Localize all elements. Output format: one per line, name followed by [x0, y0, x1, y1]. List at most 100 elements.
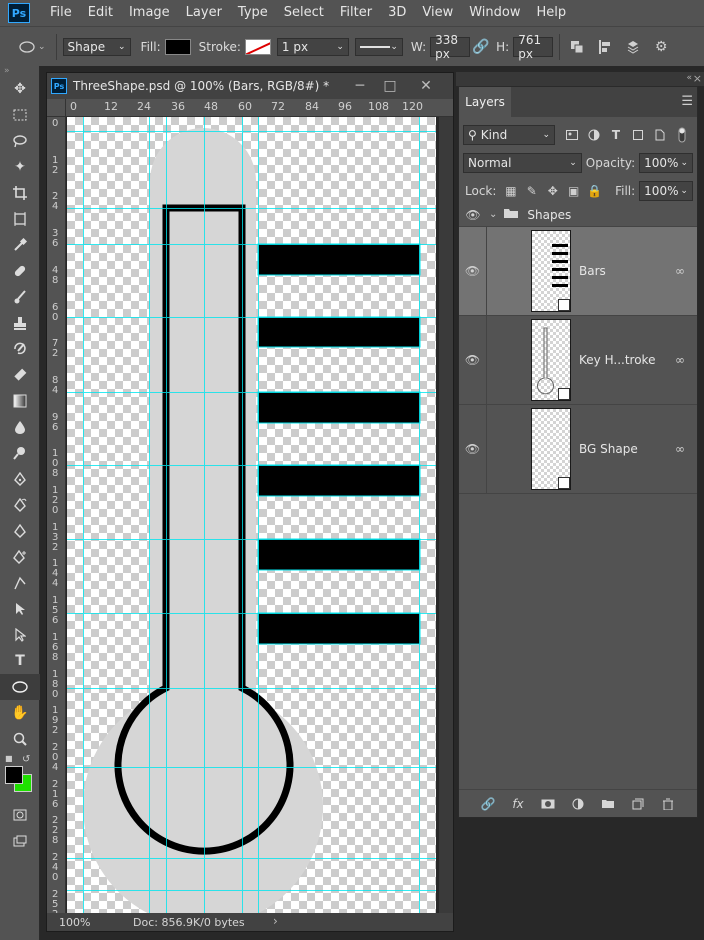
screen-mode-icon[interactable]	[0, 828, 40, 854]
menu-image[interactable]: Image	[121, 0, 178, 26]
lock-all-icon[interactable]: 🔒	[584, 184, 605, 198]
shape-filter-icon[interactable]	[627, 125, 649, 145]
layer-row-key-hole-stroke[interactable]: 👁 Key H...troke ∞	[459, 316, 697, 405]
layer-row-bars[interactable]: 👁 Bars ∞	[459, 227, 697, 316]
menu-help[interactable]: Help	[529, 0, 575, 26]
document-tab[interactable]: Ps ThreeShape.psd @ 100% (Bars, RGB/8#) …	[47, 73, 453, 99]
filter-toggle-icon[interactable]	[671, 125, 693, 145]
lock-position-icon[interactable]: ✥	[542, 184, 563, 198]
path-alignment-icon[interactable]	[594, 36, 616, 58]
kind-filter-select[interactable]: ⚲ Kind ⌄	[463, 125, 555, 145]
stroke-width-select[interactable]: 1 px ⌄	[276, 37, 349, 56]
freeform-pen-icon[interactable]	[0, 492, 40, 518]
visibility-eye-icon[interactable]: 👁	[459, 316, 487, 404]
add-anchor-icon[interactable]	[0, 544, 40, 570]
canvas[interactable]	[67, 117, 436, 913]
close-icon[interactable]: ✕	[415, 75, 437, 97]
layer-group-shapes[interactable]: 👁 ⌄ Shapes	[459, 203, 697, 227]
layer-name[interactable]: Key H...troke	[579, 353, 655, 367]
link-icon[interactable]: ∞	[675, 264, 685, 278]
visibility-eye-icon[interactable]: 👁	[459, 405, 487, 493]
blur-tool-icon[interactable]	[0, 414, 40, 440]
canvas-area[interactable]	[67, 117, 439, 913]
menu-select[interactable]: Select	[276, 0, 332, 26]
fill-input[interactable]: 100% ⌄	[639, 181, 693, 201]
panel-grip-icon[interactable]: »	[0, 66, 39, 76]
layer-row-bg-shape[interactable]: 👁 BG Shape ∞	[459, 405, 697, 494]
lock-artboard-icon[interactable]: ▣	[563, 184, 584, 198]
adjustment-layer-icon[interactable]	[567, 794, 589, 814]
path-operations-icon[interactable]	[566, 36, 588, 58]
menu-type[interactable]: Type	[230, 0, 276, 26]
layer-name[interactable]: BG Shape	[579, 442, 638, 456]
healing-brush-icon[interactable]	[0, 258, 40, 284]
brush-tool-icon[interactable]	[0, 284, 40, 310]
new-layer-icon[interactable]	[627, 794, 649, 814]
width-input[interactable]: 338 px	[430, 33, 471, 61]
pixel-filter-icon[interactable]	[561, 125, 583, 145]
gear-icon[interactable]: ⚙	[650, 36, 672, 58]
adjustment-filter-icon[interactable]	[583, 125, 605, 145]
zoom-tool-icon[interactable]	[0, 726, 40, 752]
trash-icon[interactable]	[657, 794, 679, 814]
add-mask-icon[interactable]	[537, 794, 559, 814]
eyedropper-icon[interactable]	[0, 232, 40, 258]
chevron-right-icon[interactable]: ›	[273, 914, 278, 928]
stamp-tool-icon[interactable]	[0, 310, 40, 336]
menu-filter[interactable]: Filter	[332, 0, 380, 26]
vertical-scrollbar[interactable]	[439, 117, 453, 913]
menu-layer[interactable]: Layer	[178, 0, 230, 26]
move-tool-icon[interactable]: ✥	[0, 76, 40, 102]
minimize-icon[interactable]: ─	[349, 75, 371, 97]
menu-file[interactable]: File	[42, 0, 80, 26]
dodge-tool-icon[interactable]	[0, 440, 40, 466]
marquee-tool-icon[interactable]	[0, 102, 40, 128]
type-tool-icon[interactable]: T	[0, 648, 40, 674]
ellipse-tool-icon[interactable]	[0, 674, 40, 700]
visibility-eye-icon[interactable]: 👁	[459, 227, 487, 315]
lock-pixels-icon[interactable]: ✎	[521, 184, 542, 198]
menu-3d[interactable]: 3D	[380, 0, 414, 26]
link-icon[interactable]: 🔗	[470, 36, 492, 58]
vertical-ruler[interactable]: 0 1 2 2 4 3 6 4 8 6 0 7 2 8 4 9 6 1 0 8 1 2 0 1 3 2…	[47, 117, 66, 917]
close-icon[interactable]: ×	[693, 72, 702, 85]
fill-swatch[interactable]	[164, 38, 191, 55]
ellipse-tool-preset-icon[interactable]	[16, 36, 38, 58]
stroke-type-select[interactable]: ⌄	[354, 37, 403, 56]
link-layers-icon[interactable]: 🔗	[477, 794, 499, 814]
collapse-panels-icon[interactable]: «	[686, 73, 692, 83]
zoom-level[interactable]: 100%	[47, 916, 97, 929]
history-brush-icon[interactable]	[0, 336, 40, 362]
stroke-swatch[interactable]	[244, 38, 271, 55]
layer-name[interactable]: Bars	[579, 264, 606, 278]
ruler-corner[interactable]	[47, 99, 66, 117]
swap-colors-icon[interactable]: ↺	[22, 754, 30, 765]
chevron-down-icon[interactable]: ⌄	[38, 42, 46, 52]
shape-mode-select[interactable]: Shape ⌄	[62, 37, 131, 56]
menu-window[interactable]: Window	[461, 0, 528, 26]
panel-menu-icon[interactable]: ☰	[681, 94, 693, 109]
horizontal-ruler[interactable]: 0 12 24 36 48 60 72 84 96 108 120	[66, 99, 453, 117]
blend-mode-select[interactable]: Normal ⌄	[463, 153, 582, 173]
opacity-input[interactable]: 100% ⌄	[639, 153, 693, 173]
gradient-tool-icon[interactable]	[0, 388, 40, 414]
fx-icon[interactable]: fx	[507, 794, 529, 814]
height-input[interactable]: 761 px	[513, 33, 554, 61]
maximize-icon[interactable]: □	[379, 75, 401, 97]
convert-point-icon[interactable]	[0, 570, 40, 596]
direct-selection-icon[interactable]	[0, 622, 40, 648]
visibility-eye-icon[interactable]: 👁	[459, 208, 487, 222]
smart-object-filter-icon[interactable]	[649, 125, 671, 145]
magic-wand-icon[interactable]: ✦	[0, 154, 40, 180]
type-filter-icon[interactable]: T	[605, 125, 627, 145]
lasso-tool-icon[interactable]	[0, 128, 40, 154]
hand-tool-icon[interactable]: ✋	[0, 700, 40, 726]
chevron-down-icon[interactable]: ⌄	[489, 209, 497, 220]
lock-transparency-icon[interactable]: ▦	[500, 184, 521, 198]
curvature-pen-icon[interactable]	[0, 518, 40, 544]
path-arrangement-icon[interactable]	[622, 36, 644, 58]
pen-tool-icon[interactable]	[0, 466, 40, 492]
foreground-color-swatch[interactable]	[5, 766, 23, 784]
path-selection-icon[interactable]	[0, 596, 40, 622]
link-icon[interactable]: ∞	[675, 353, 685, 367]
